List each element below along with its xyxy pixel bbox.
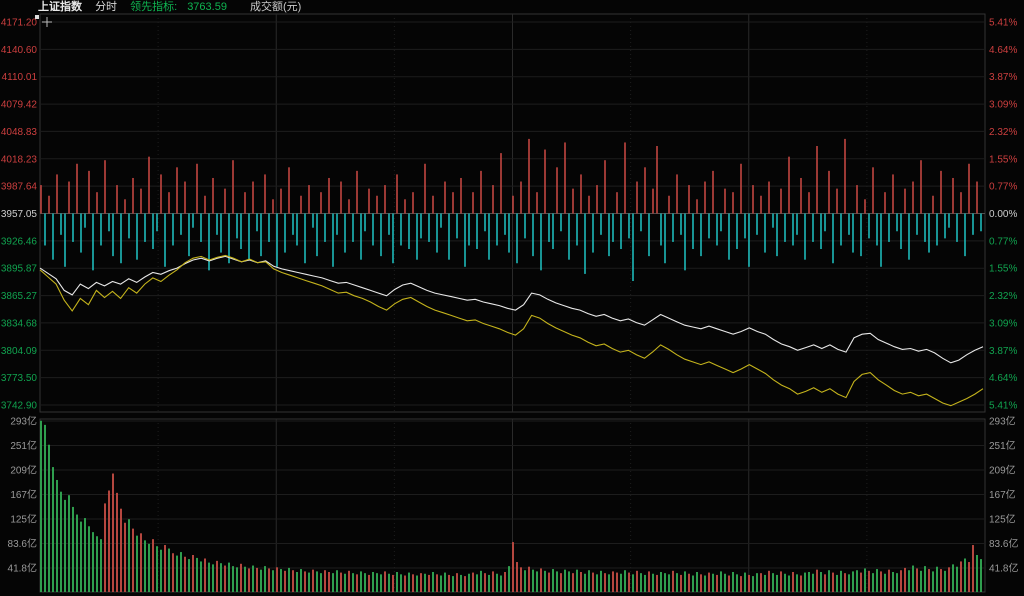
- percent-axis-label: 1.55%: [989, 154, 1017, 165]
- percent-axis-label: 3.09%: [989, 100, 1017, 111]
- percent-axis-label: 2.32%: [989, 291, 1017, 302]
- volume-axis-label: 251亿: [10, 439, 37, 452]
- price-axis-label: 4140.60: [1, 45, 38, 56]
- price-axis-label: 3742.90: [1, 400, 38, 411]
- price-axis-label: 4171.20: [1, 18, 38, 29]
- volume-axis-label: 125亿: [10, 513, 37, 526]
- price-axis-label: 4079.42: [1, 100, 38, 111]
- volume-axis-label: 83.6亿: [989, 537, 1018, 550]
- price-axis-label: 4110.01: [2, 72, 38, 83]
- volume-axis-label: 83.6亿: [8, 537, 37, 550]
- percent-axis-label: 3.87%: [989, 72, 1017, 83]
- percent-axis-label: 3.09%: [989, 318, 1017, 329]
- volume-axis-label: 293亿: [989, 415, 1016, 428]
- price-axis-label: 3804.09: [1, 346, 38, 357]
- price-axis-label: 3834.68: [1, 318, 38, 329]
- volume-axis-label: 251亿: [989, 439, 1016, 452]
- percent-axis-label: 0.00%: [989, 209, 1017, 220]
- volume-axis-label: 209亿: [10, 464, 37, 477]
- price-axis-label: 3773.50: [1, 373, 38, 384]
- chart-window: 上证指数 分时 领先指标:3763.59 成交额(元) 4171.205.41%…: [0, 0, 1024, 596]
- volume-axis-label: 167亿: [989, 488, 1016, 501]
- volume-axis-label: 167亿: [10, 488, 37, 501]
- percent-axis-label: 0.77%: [989, 236, 1017, 247]
- chart-canvas[interactable]: 4171.20 5.41% 4140.60 4.64% 4110.01 3.87% 4079…: [0, 0, 1024, 596]
- percent-axis-label: 2.32%: [989, 127, 1017, 138]
- volume-axis-label: 41.8亿: [989, 562, 1018, 575]
- percent-axis-label: 3.87%: [989, 346, 1017, 357]
- percent-axis-label: 5.41%: [989, 18, 1017, 29]
- price-axis-label: 3895.87: [1, 264, 38, 275]
- percent-axis-label: 1.55%: [989, 264, 1017, 275]
- price-axis-label: 4048.83: [1, 127, 38, 138]
- price-axis-label: 3987.64: [1, 182, 38, 193]
- cursor-marker: [35, 15, 39, 19]
- price-line: [40, 256, 983, 362]
- volume-axis-label: 125亿: [989, 513, 1016, 526]
- percent-axis-label: 5.41%: [989, 400, 1017, 411]
- price-axis-label: 3926.46: [1, 236, 38, 247]
- percent-axis-label: 4.64%: [989, 45, 1017, 56]
- percent-axis-label: 4.64%: [989, 373, 1017, 384]
- price-axis-label: 4018.23: [1, 154, 38, 165]
- price-axis-label: 3957.05: [1, 209, 38, 220]
- volume-axis-label: 41.8亿: [8, 562, 37, 575]
- price-axis-label: 3865.27: [1, 291, 38, 302]
- indicator-line: [40, 256, 983, 406]
- volume-axis-label: 293亿: [10, 415, 37, 428]
- percent-axis-label: 0.77%: [989, 182, 1017, 193]
- volume-axis-label: 209亿: [989, 464, 1016, 477]
